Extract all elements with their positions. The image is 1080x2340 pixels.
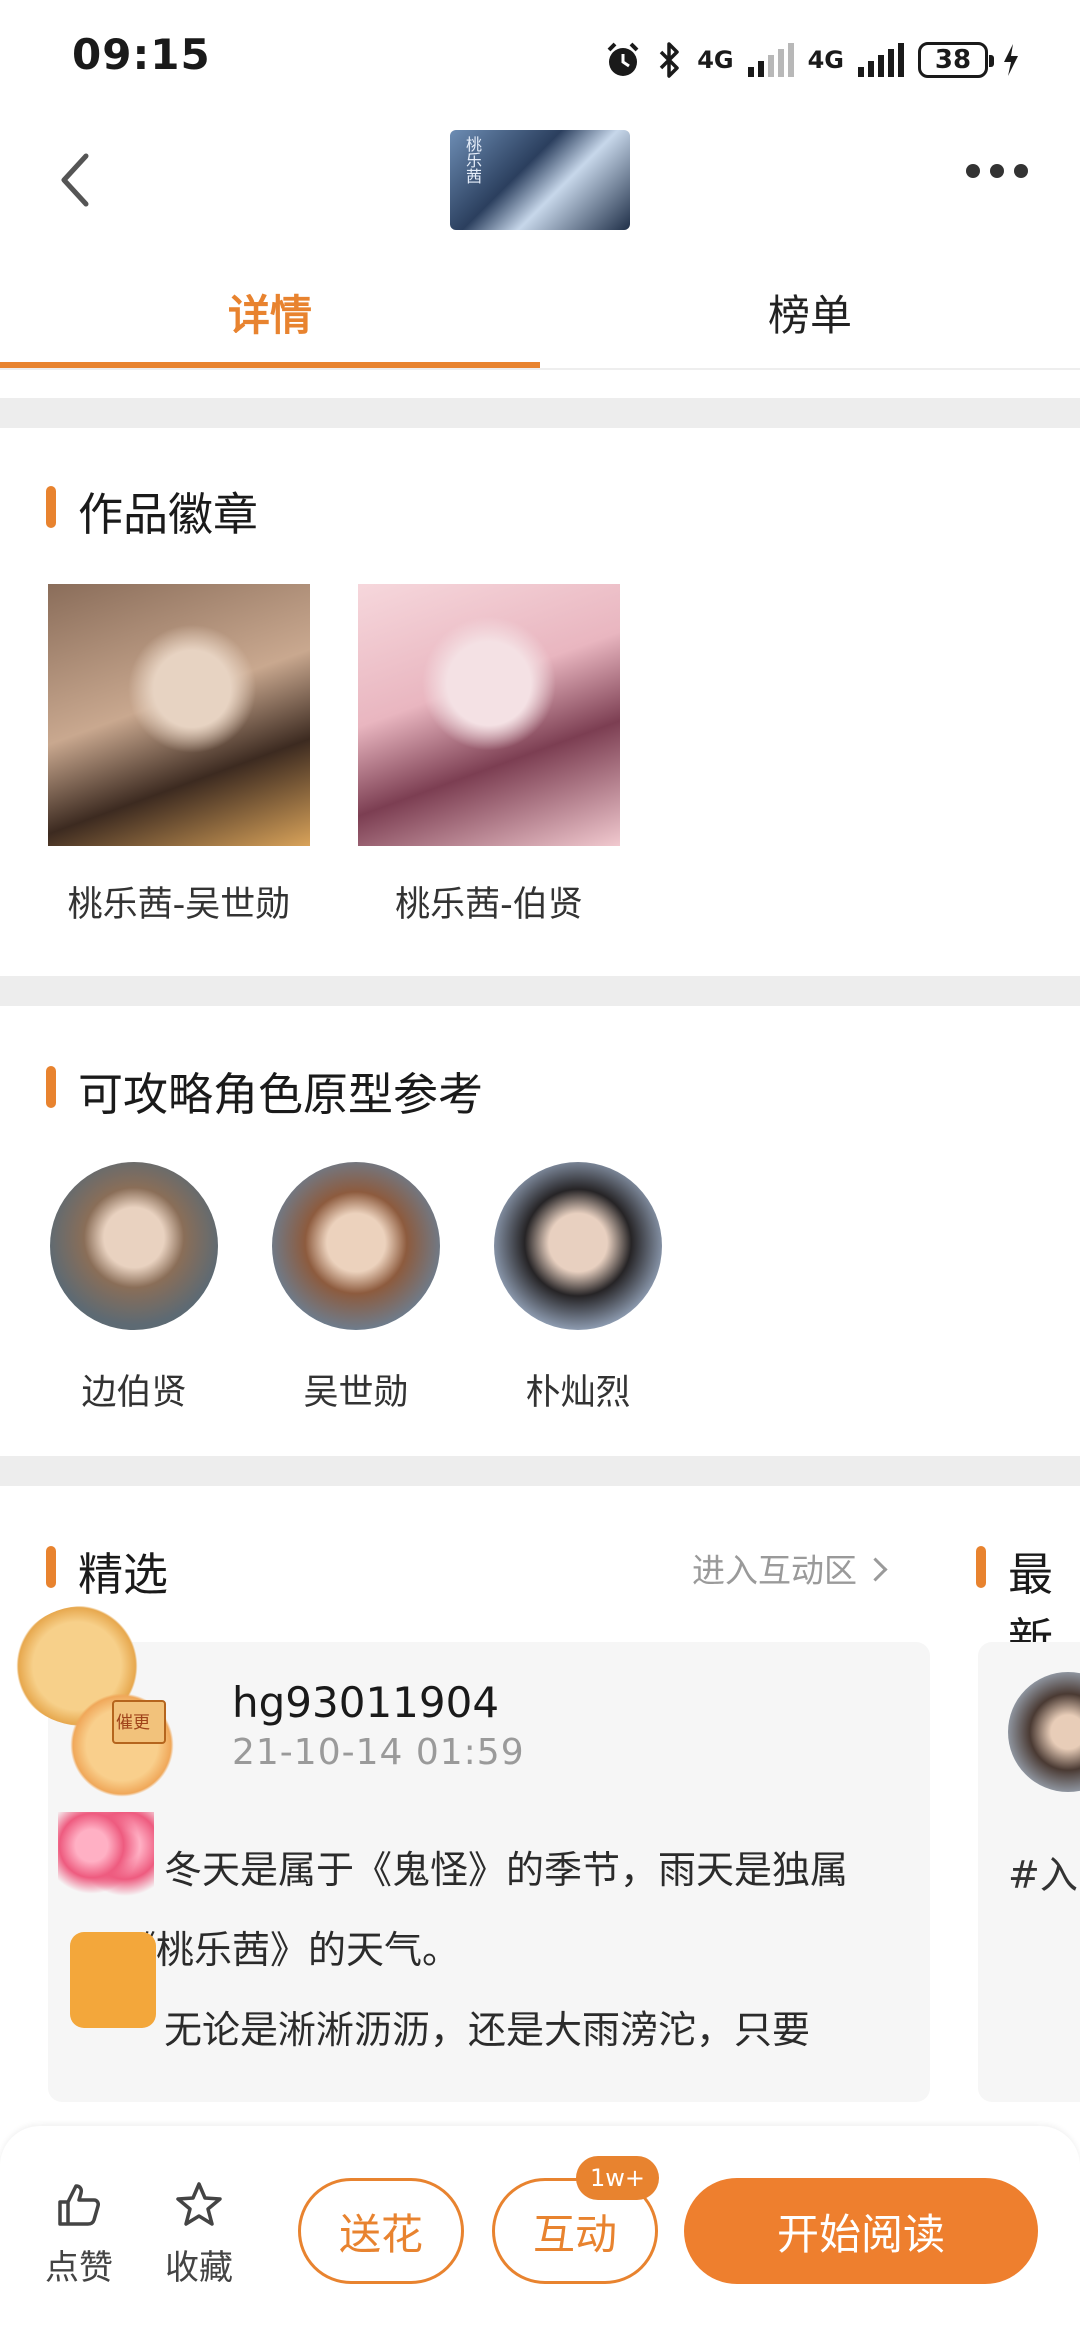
comment-text-line: 于《桃乐茜》的天气。 xyxy=(80,1928,461,1972)
section-divider xyxy=(0,976,1080,1006)
comment-text-line: 无论是淅淅沥沥，还是大雨滂沱，只要 xyxy=(164,2008,811,2052)
badge-label: 桃乐茜-吴世勋 xyxy=(67,885,291,925)
badge-image-baekhyun[interactable] xyxy=(358,584,620,846)
send-flower-button[interactable]: 送花 xyxy=(298,2178,464,2284)
badges-section-title: 作品徽章 xyxy=(78,488,259,541)
more-options-icon[interactable] xyxy=(966,164,1028,178)
network-type-2: 4G xyxy=(807,46,844,74)
section-accent-bar xyxy=(46,486,56,528)
favorite-label[interactable]: 收藏 xyxy=(139,2240,259,2289)
section-accent-bar xyxy=(46,1546,56,1588)
urge-update-tag-text: 催更 xyxy=(116,1713,150,1733)
like-icon[interactable] xyxy=(54,2180,104,2230)
status-time: 09:15 xyxy=(72,30,211,79)
enter-interaction-link[interactable]: 进入互动区 xyxy=(692,1544,888,1592)
badge-image-sehun[interactable] xyxy=(48,584,310,846)
featured-section-title: 精选 xyxy=(78,1548,169,1601)
tab-ranking[interactable]: 榜单 xyxy=(540,282,1080,343)
character-name: 吴世勋 xyxy=(303,1373,409,1413)
badge-label: 桃乐茜-伯贤 xyxy=(395,885,583,925)
comment-text-line: 冬天是属于《鬼怪》的季节，雨天是独属 xyxy=(164,1848,849,1892)
cover-title: 桃乐茜 xyxy=(463,136,482,184)
charging-icon xyxy=(1004,44,1018,76)
signal-bars-2-icon xyxy=(858,43,904,77)
avatar[interactable] xyxy=(272,1162,440,1330)
start-reading-button[interactable]: 开始阅读 xyxy=(684,2178,1038,2284)
status-icons: 4G 4G 38 xyxy=(603,30,1020,90)
comment-timestamp: 21-10-14 01:59 xyxy=(232,1732,525,1773)
tab-divider xyxy=(0,368,1080,370)
latest-comment-hashtag: #入 xyxy=(1008,1853,1078,1897)
battery-icon: 38 xyxy=(918,42,994,78)
urge-update-tag-icon: 催更 xyxy=(112,1700,166,1744)
enter-interaction-label: 进入互动区 xyxy=(692,1551,857,1590)
character-name: 边伯贤 xyxy=(81,1373,187,1413)
network-type-1: 4G xyxy=(697,46,734,74)
story-cover-thumbnail[interactable]: 桃乐茜 xyxy=(450,130,630,230)
favorite-star-icon[interactable] xyxy=(174,2180,224,2230)
avatar[interactable] xyxy=(50,1162,218,1330)
bluetooth-icon xyxy=(659,42,679,78)
section-divider xyxy=(0,1456,1080,1486)
like-label[interactable]: 点赞 xyxy=(19,2240,139,2289)
characters-section-title: 可攻略角色原型参考 xyxy=(78,1068,484,1121)
battery-level: 38 xyxy=(934,45,972,75)
tab-detail[interactable]: 详情 xyxy=(0,282,540,343)
back-icon[interactable] xyxy=(58,152,90,208)
avatar[interactable] xyxy=(494,1162,662,1330)
heart-sticker-icon xyxy=(58,1812,154,1896)
interaction-count-badge: 1w+ xyxy=(576,2156,660,2200)
character-name: 朴灿烈 xyxy=(525,1373,631,1413)
thumbs-up-sticker-icon xyxy=(70,1932,156,2028)
chevron-right-icon xyxy=(863,1556,888,1582)
section-divider xyxy=(0,398,1080,428)
section-accent-bar xyxy=(976,1546,986,1588)
alarm-icon xyxy=(607,42,639,76)
section-accent-bar xyxy=(46,1066,56,1108)
signal-bars-1-icon xyxy=(747,43,794,77)
comment-username[interactable]: hg93011904 xyxy=(232,1678,499,1727)
